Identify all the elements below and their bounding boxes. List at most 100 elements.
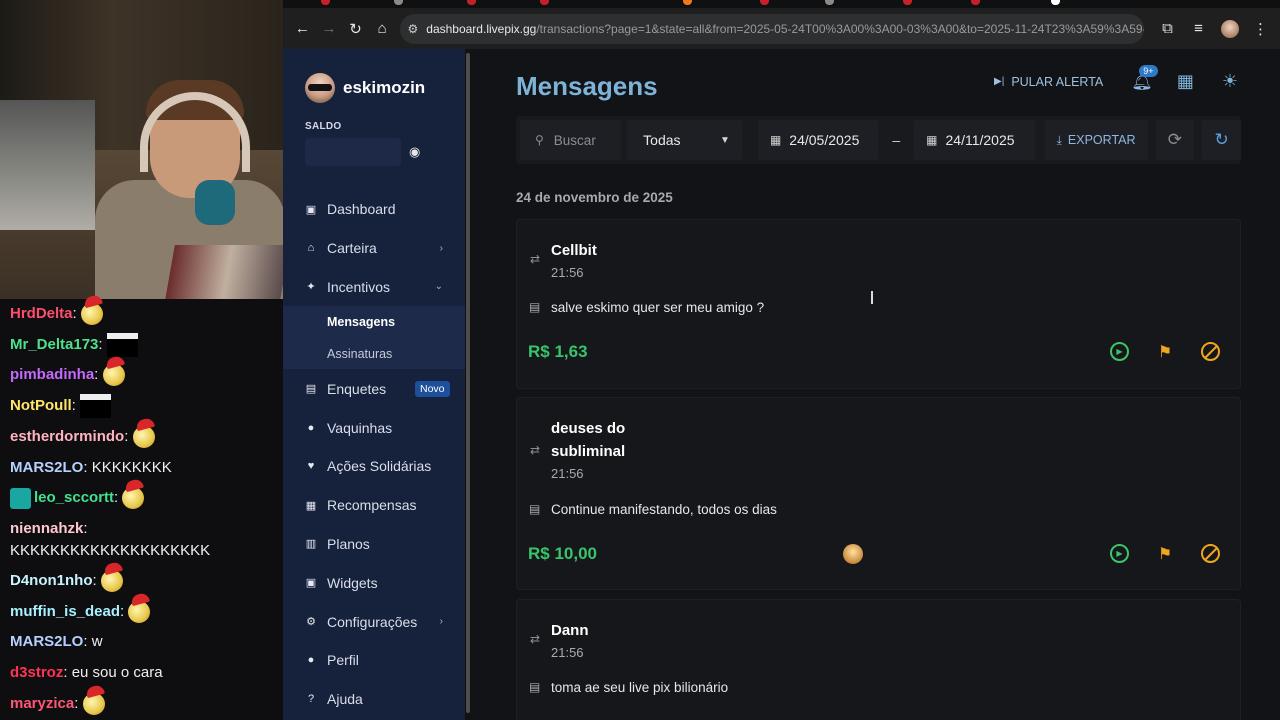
message-icon: ▤	[529, 680, 541, 694]
chat-username[interactable]: leo_sccortt	[34, 489, 114, 506]
sidebar-item-a-es-solid-rias[interactable]: ♥ Ações Solidárias	[283, 447, 471, 486]
transfer-icon: ⇄	[530, 252, 541, 266]
user-header[interactable]: eskimozin	[283, 49, 471, 103]
gift-icon: ▦	[305, 499, 317, 512]
notifications-bell-icon[interactable]: 🔔︎ 9+	[1131, 64, 1158, 92]
sidebar-item-label: Recompensas	[327, 497, 417, 514]
chevron-down-icon: ⌄	[434, 281, 443, 293]
sidebar-item-planos[interactable]: ▥ Planos	[283, 525, 471, 564]
profile-icon[interactable]	[1216, 15, 1243, 42]
forward-icon[interactable]: →	[316, 15, 343, 42]
chat-username[interactable]: HrdDelta	[10, 305, 73, 322]
download-icon: ⤓	[1056, 132, 1062, 147]
reload-icon[interactable]: ↻	[342, 15, 369, 42]
address-bar[interactable]: ⚙ dashboard.livepix.gg/transactions?page…	[399, 13, 1145, 44]
chat-message: d3stroz: eu sou o cara	[10, 664, 163, 682]
chat-text: w	[91, 633, 103, 651]
sidebar-item-incentivos[interactable]: ✦ Incentivos ⌄	[283, 268, 471, 307]
date-range-separator: –	[892, 132, 901, 148]
extensions-icon[interactable]: ⧉	[1154, 15, 1181, 42]
home-icon[interactable]: ⌂	[369, 15, 396, 42]
piggy-icon: ●	[307, 421, 315, 434]
site-info-icon[interactable]: ⚙	[408, 22, 419, 36]
sidebar-item-recompensas[interactable]: ▦ Recompensas	[283, 486, 471, 525]
chat-username[interactable]: niennahzk	[10, 520, 83, 537]
avatar[interactable]	[305, 73, 335, 103]
eye-icon[interactable]: ◉	[409, 144, 420, 160]
flag-icon[interactable]: ⚑	[1155, 544, 1175, 564]
donation-amount: R$ 1,63	[528, 342, 588, 361]
sidebar-item-enquetes[interactable]: ▤ Enquetes Novo	[283, 369, 471, 408]
media-icon[interactable]: ≡	[1185, 15, 1212, 42]
tab-strip[interactable]	[283, 0, 1280, 8]
webcam-feed	[0, 0, 283, 299]
chat-username[interactable]: Mr_Delta173	[10, 336, 98, 353]
chat-username[interactable]: MARS2LO	[10, 633, 83, 650]
refresh-button[interactable]: ↻	[1202, 120, 1241, 160]
sidebar-item-vaquinhas[interactable]: ● Vaquinhas	[283, 408, 471, 447]
chat-message: NotPoull:	[10, 391, 273, 422]
table-view-icon[interactable]: ▦	[1177, 71, 1194, 92]
export-label: EXPORTAR	[1067, 133, 1136, 147]
menu-icon[interactable]: ⋮	[1247, 15, 1274, 42]
replay-play-icon[interactable]: ▶	[1110, 544, 1129, 563]
export-button[interactable]: ⤓ EXPORTAR	[1044, 120, 1148, 160]
flag-icon[interactable]: ⚑	[1155, 342, 1175, 362]
chat-username[interactable]: pimbadinha	[10, 366, 94, 383]
search-input[interactable]: ⚲ Buscar	[520, 120, 622, 160]
dashboard-icon: ▣	[305, 203, 317, 216]
state-select[interactable]: Todas ▼	[627, 120, 742, 160]
chat-username[interactable]: estherdormindo	[10, 428, 124, 445]
date-from-input[interactable]: ▦ 24/05/2025	[757, 120, 879, 160]
browser-toolbar: ← → ↻ ⌂ ⚙ dashboard.livepix.gg/transacti…	[283, 8, 1280, 49]
sidebar-item-perfil[interactable]: ● Perfil	[283, 641, 471, 680]
transfer-icon: ⇄	[530, 632, 541, 646]
main-content: Mensagens ▶| PULAR ALERTA 🔔︎ 9+ ▦ ☀ ⚲ Bus…	[471, 49, 1280, 720]
donation-time: 21:56	[551, 645, 584, 660]
reaction-emoji-icon	[843, 544, 863, 564]
chat-message: estherdormindo:	[10, 422, 273, 453]
back-icon[interactable]: ←	[289, 15, 316, 42]
donation-message: toma ae seu live pix bilionário	[551, 680, 729, 695]
url-host: dashboard.livepix.gg	[426, 21, 537, 36]
url-path: /transactions?page=1&state=all&from=2025…	[536, 21, 1145, 36]
skip-alert-button[interactable]: ▶| PULAR ALERTA	[994, 75, 1103, 89]
chat-username[interactable]: maryzica	[10, 695, 74, 712]
santa-emote-icon	[82, 692, 105, 715]
chat-message: leo_sccortt:	[10, 483, 273, 514]
donor-name: Cellbit	[551, 242, 597, 259]
donation-message: salve eskimo quer ser meu amigo ?	[551, 300, 765, 315]
sidebar-item-ajuda[interactable]: ? Ajuda	[283, 680, 471, 719]
sidebar-item-label: Configurações	[327, 613, 418, 630]
chat-username[interactable]: d3stroz	[10, 664, 63, 681]
block-icon[interactable]	[1201, 544, 1220, 563]
search-placeholder: Buscar	[553, 132, 596, 148]
chat-username[interactable]: D4non1nho	[10, 572, 93, 589]
message-icon: ▤	[529, 502, 541, 516]
chat-username[interactable]: MARS2LO	[10, 459, 83, 476]
sidebar-item-dashboard[interactable]: ▣ Dashboard	[283, 190, 471, 229]
sidebar-item-label: Ações Solidárias	[327, 458, 432, 475]
gear-icon: ⚙	[306, 616, 316, 629]
sidebar-item-widgets[interactable]: ▣ Widgets	[283, 563, 471, 602]
sidebar: eskimozin SALDO ◉ ▣ Dashboard ⌂ Carteira › ✦ I…	[283, 49, 471, 720]
date-to-input[interactable]: ▦ 24/11/2025	[914, 120, 1035, 160]
text-cursor	[871, 291, 873, 304]
block-icon[interactable]	[1201, 342, 1220, 361]
chat-text: KKKKKKKK	[91, 458, 172, 476]
chat-username[interactable]: NotPoull	[10, 397, 72, 414]
sync-icon: ⟳	[1167, 130, 1183, 149]
message-card: ⇄ Dann 21:56 ▤ toma ae seu live pix bili…	[516, 599, 1241, 720]
sidebar-item-configura-es[interactable]: ⚙ Configurações ›	[283, 602, 471, 641]
chat-message: niennahzk: KKKKKKKKKKKKKKKKKKKK	[10, 519, 211, 559]
replay-play-icon[interactable]: ▶	[1110, 342, 1129, 361]
chat-message: Mr_Delta173:	[10, 330, 273, 361]
sidebar-subitem-assinaturas[interactable]: Assinaturas	[283, 338, 471, 370]
sidebar-item-carteira[interactable]: ⌂ Carteira ›	[283, 229, 471, 268]
chat-username[interactable]: muffin_is_dead	[10, 603, 120, 620]
theme-toggle-sun-icon[interactable]: ☀	[1222, 71, 1238, 92]
plans-icon: ▥	[305, 538, 317, 551]
sidebar-subitem-mensagens[interactable]: Mensagens	[283, 306, 471, 338]
sync-button[interactable]: ⟳	[1155, 120, 1195, 160]
donor-name: Dann	[551, 622, 589, 639]
